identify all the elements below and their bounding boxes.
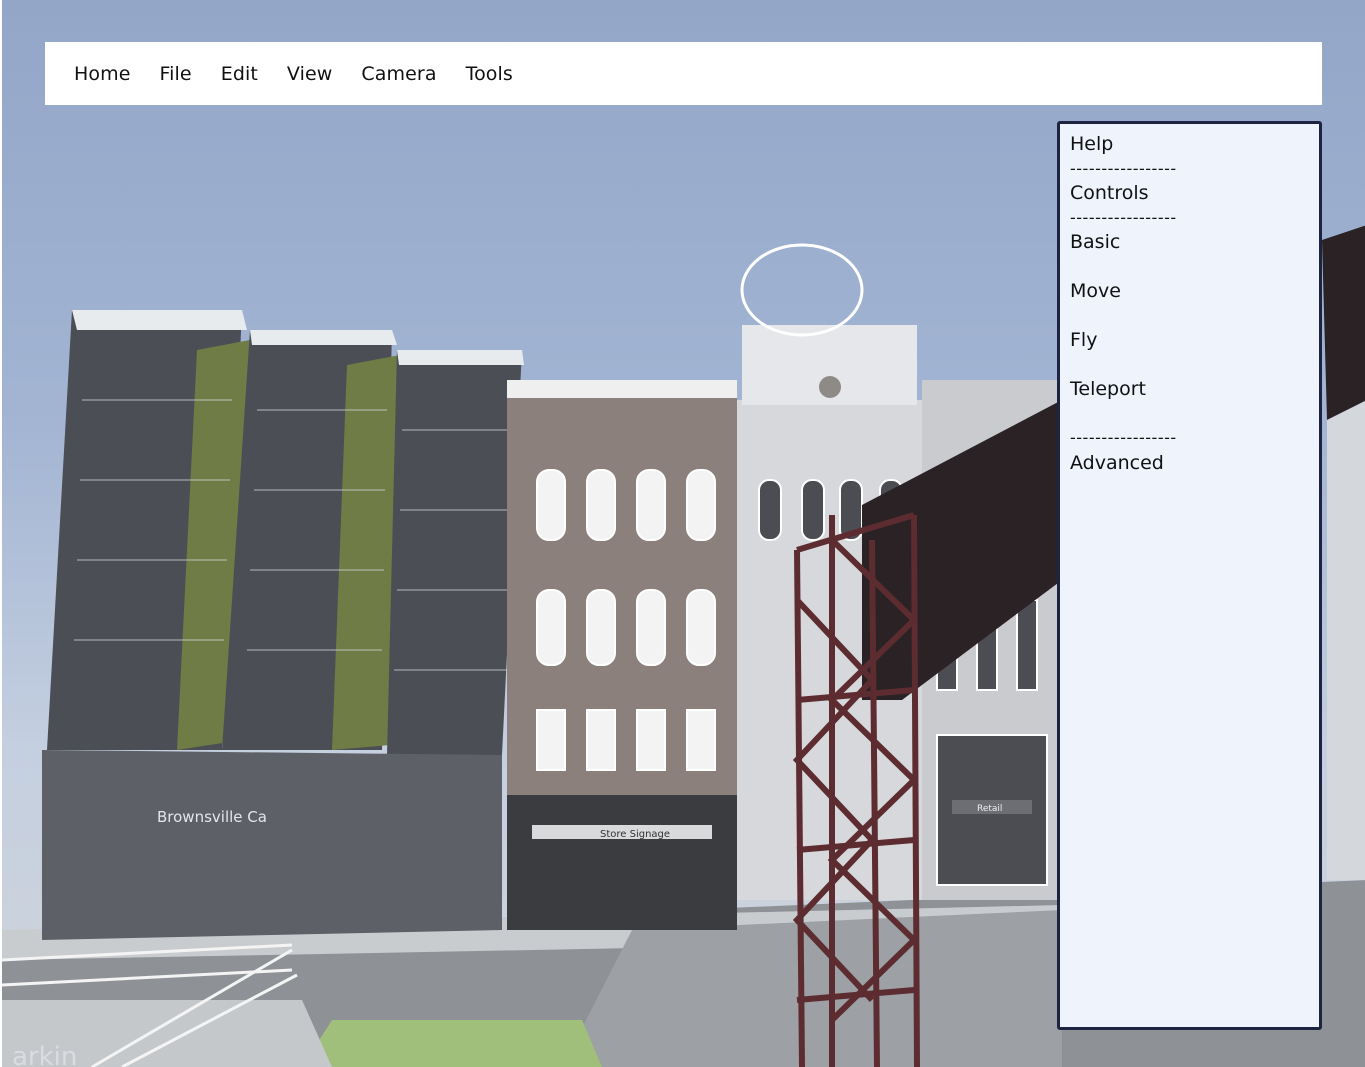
help-section-advanced[interactable]: Advanced — [1070, 451, 1309, 476]
menu-camera[interactable]: Camera — [361, 63, 436, 85]
building-sign: Brownsville Ca — [157, 808, 267, 826]
help-title: Help — [1070, 133, 1114, 155]
help-item-basic[interactable]: Basic — [1070, 230, 1309, 255]
help-separator: ----------------- — [1070, 428, 1177, 447]
menu-edit[interactable]: Edit — [221, 63, 258, 85]
ground-sign: arkin — [12, 1042, 77, 1067]
help-separator: ----------------- — [1070, 207, 1177, 227]
retail-sign: Retail — [977, 804, 1002, 814]
help-panel: Help ----------------- Controls --------… — [1057, 121, 1322, 1030]
help-item-teleport[interactable]: Teleport — [1070, 377, 1309, 402]
store-sign: Store Signage — [600, 829, 670, 840]
menu-tools[interactable]: Tools — [466, 63, 513, 85]
tower-1 — [47, 310, 250, 750]
help-spacer — [1070, 402, 1309, 427]
tower-2 — [222, 330, 400, 750]
help-item-move[interactable]: Move — [1070, 279, 1309, 304]
help-spacer — [1070, 304, 1309, 329]
help-separator: ----------------- — [1070, 158, 1177, 178]
help-section-controls: Controls — [1070, 182, 1149, 204]
help-item-fly[interactable]: Fly — [1070, 328, 1309, 353]
menu-view[interactable]: View — [287, 63, 333, 85]
tower-3 — [387, 350, 524, 755]
glass-podium — [42, 750, 502, 940]
main-menubar: Home File Edit View Camera Tools — [45, 42, 1322, 105]
grass-patch — [302, 1020, 602, 1067]
help-spacer — [1070, 353, 1309, 378]
menu-file[interactable]: File — [160, 63, 192, 85]
menu-home[interactable]: Home — [74, 63, 131, 85]
help-spacer — [1070, 255, 1309, 280]
